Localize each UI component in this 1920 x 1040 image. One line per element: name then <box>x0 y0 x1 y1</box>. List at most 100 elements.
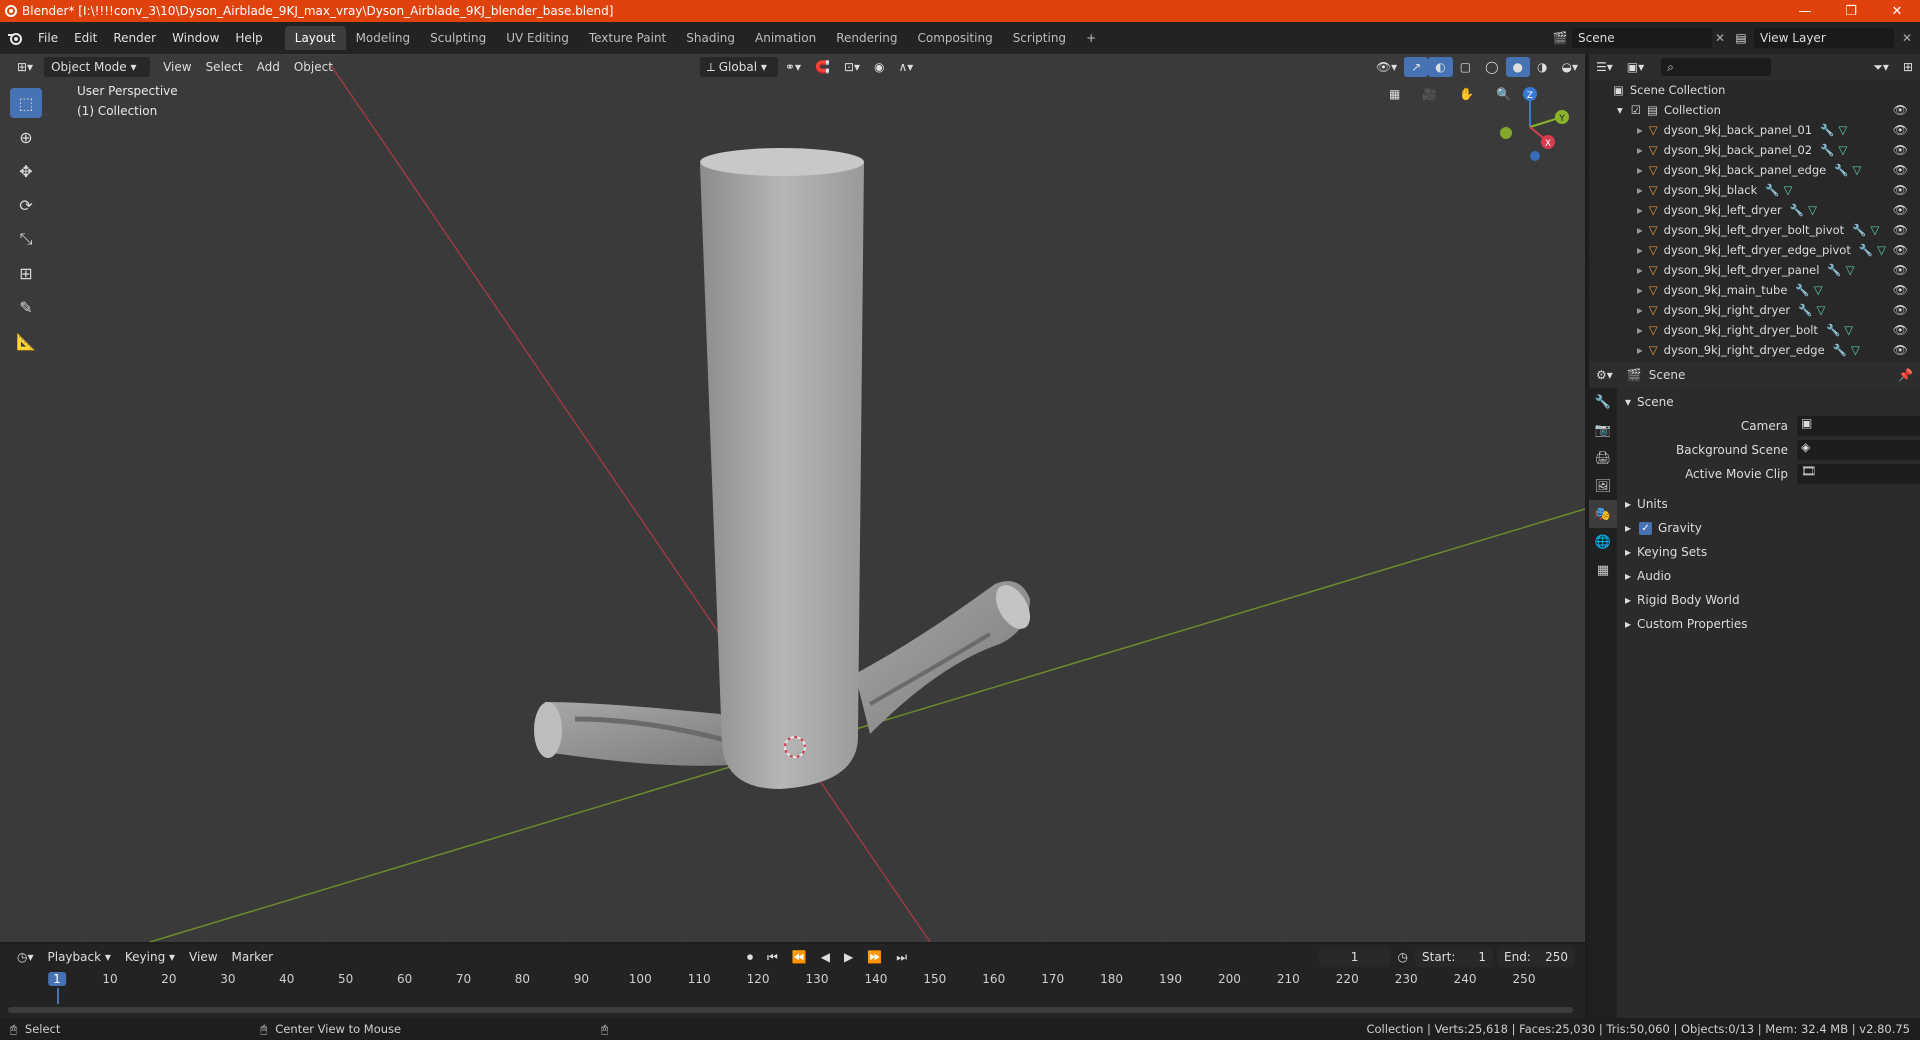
mesh-data-icon[interactable]: ▽ <box>1846 263 1855 277</box>
mode-selector[interactable]: Object Mode ▾ <box>44 57 151 77</box>
modifier-icon[interactable]: 🔧 <box>1859 243 1873 257</box>
pin-icon[interactable]: 📌 <box>1891 365 1920 385</box>
measure-icon[interactable]: 📐 <box>10 326 42 356</box>
scene-panel-header[interactable]: ▾ Scene <box>1617 390 1920 414</box>
modifier-icon[interactable]: 🔧 <box>1834 163 1848 177</box>
property-section-header[interactable]: ▸ Units <box>1617 492 1920 516</box>
tab-rendering[interactable]: Rendering <box>826 26 907 50</box>
expand-arrow-icon[interactable]: ▸ <box>1637 263 1643 277</box>
expand-arrow-icon[interactable]: ▸ <box>1637 283 1643 297</box>
modifier-icon[interactable]: 🔧 <box>1826 323 1840 337</box>
view-layer-icon[interactable]: ▤ <box>1728 31 1754 45</box>
expand-arrow-icon[interactable]: ▸ <box>1637 323 1643 337</box>
mesh-data-icon[interactable]: ▽ <box>1870 223 1879 237</box>
expand-arrow-icon[interactable]: ▸ <box>1637 123 1643 137</box>
expand-arrow-icon[interactable]: ▸ <box>1637 243 1643 257</box>
playhead-line[interactable] <box>57 988 59 1004</box>
tab-modeling[interactable]: Modeling <box>346 26 421 50</box>
eye-icon[interactable]: 👁 <box>1893 283 1908 297</box>
expand-arrow-icon[interactable]: ▸ <box>1637 303 1643 317</box>
select-box-icon[interactable]: ⬚ <box>10 88 42 118</box>
camera-field[interactable]: ▣ <box>1797 416 1920 436</box>
world-tab-icon[interactable]: 🌐 <box>1589 528 1617 556</box>
outliner-scene-collection[interactable]: ▣ Scene Collection <box>1589 80 1920 100</box>
properties-editor-icon[interactable]: ⚙▾ <box>1589 365 1620 385</box>
outliner-editor-icon[interactable]: ☰▾ <box>1589 57 1620 77</box>
modifier-icon[interactable]: 🔧 <box>1852 223 1866 237</box>
gravity-checkbox[interactable]: ✓ <box>1639 521 1653 535</box>
menu-help[interactable]: Help <box>227 27 270 49</box>
scene-selector[interactable]: Scene <box>1572 28 1712 48</box>
annotate-icon[interactable]: ✎ <box>10 292 42 322</box>
mesh-data-icon[interactable]: ▽ <box>1844 323 1853 337</box>
new-collection-icon[interactable]: ⊞ <box>1896 57 1920 77</box>
output-tab-icon[interactable]: 🖨 <box>1589 444 1617 472</box>
eye-icon[interactable]: 👁 <box>1893 103 1908 117</box>
eye-icon[interactable]: 👁 <box>1893 203 1908 217</box>
mesh-data-icon[interactable]: ▽ <box>1851 343 1860 357</box>
expand-arrow-icon[interactable]: ▸ <box>1637 223 1643 237</box>
view-layer-selector[interactable]: View Layer <box>1754 28 1894 48</box>
rotate-icon[interactable]: ⟳ <box>10 190 42 220</box>
menu-select[interactable]: Select <box>199 57 250 77</box>
3d-viewport[interactable]: ⊞▾ Object Mode ▾ View Select Add Object … <box>0 54 1585 942</box>
visibility-icon[interactable]: 👁▾ <box>1369 57 1404 77</box>
eye-icon[interactable]: 👁 <box>1893 143 1908 157</box>
expand-arrow-icon[interactable]: ▸ <box>1637 343 1643 357</box>
rendered-shading-icon[interactable]: ◒▾ <box>1555 57 1586 77</box>
camera-view-icon[interactable]: 🎥 <box>1415 84 1444 104</box>
background-scene-field[interactable]: ◈ <box>1797 440 1920 460</box>
timeline-scrollbar[interactable] <box>8 1007 1573 1013</box>
eye-icon[interactable]: 👁 <box>1893 183 1908 197</box>
tool-tab-icon[interactable]: 🔧 <box>1589 388 1617 416</box>
modifier-icon[interactable]: 🔧 <box>1833 343 1847 357</box>
eye-icon[interactable]: 👁 <box>1893 163 1908 177</box>
view-layer-close-icon[interactable]: ✕ <box>1894 31 1920 45</box>
eye-icon[interactable]: 👁 <box>1893 223 1908 237</box>
eye-icon[interactable]: 👁 <box>1893 123 1908 137</box>
tab-compositing[interactable]: Compositing <box>907 26 1002 50</box>
modifier-icon[interactable]: 🔧 <box>1827 263 1841 277</box>
eye-icon[interactable]: 👁 <box>1893 343 1908 357</box>
collection-checkbox[interactable]: ☑ <box>1631 103 1641 117</box>
menu-object[interactable]: Object <box>287 57 340 77</box>
expand-arrow-icon[interactable]: ▸ <box>1637 163 1643 177</box>
property-section-header[interactable]: ▸ Audio <box>1617 564 1920 588</box>
xray-icon[interactable]: ▢ <box>1453 57 1478 77</box>
move-icon[interactable]: ✥ <box>10 156 42 186</box>
outliner-object-row[interactable]: ▸ ▽ dyson_9kj_left_dryer_panel 🔧 ▽ 👁 <box>1589 260 1920 280</box>
property-section-header[interactable]: ▸ Custom Properties <box>1617 612 1920 636</box>
mesh-data-icon[interactable]: ▽ <box>1808 203 1817 217</box>
tab-animation[interactable]: Animation <box>745 26 826 50</box>
outliner-object-row[interactable]: ▸ ▽ dyson_9kj_back_panel_02 🔧 ▽ 👁 <box>1589 140 1920 160</box>
menu-add[interactable]: Add <box>250 57 287 77</box>
tab-layout[interactable]: Layout <box>284 26 346 50</box>
transform-icon[interactable]: ⊞ <box>10 258 42 288</box>
modifier-icon[interactable]: 🔧 <box>1765 183 1779 197</box>
modifier-icon[interactable]: 🔧 <box>1820 143 1834 157</box>
editor-type-icon[interactable]: ⊞▾ <box>10 57 40 77</box>
mesh-data-icon[interactable]: ▽ <box>1877 243 1886 257</box>
snap-icon[interactable]: 🧲 <box>808 57 837 77</box>
outliner-object-row[interactable]: ▸ ▽ dyson_9kj_right_dryer_edge 🔧 ▽ 👁 <box>1589 340 1920 360</box>
menu-render[interactable]: Render <box>105 27 164 49</box>
texture-tab-icon[interactable]: ▦ <box>1589 556 1617 584</box>
tab-texture-paint[interactable]: Texture Paint <box>579 26 676 50</box>
eye-icon[interactable]: 👁 <box>1893 243 1908 257</box>
outliner-object-row[interactable]: ▸ ▽ dyson_9kj_black 🔧 ▽ 👁 <box>1589 180 1920 200</box>
mesh-data-icon[interactable]: ▽ <box>1784 183 1793 197</box>
mesh-data-icon[interactable]: ▽ <box>1838 123 1847 137</box>
mesh-data-icon[interactable]: ▽ <box>1838 143 1847 157</box>
scene-close-icon[interactable]: ✕ <box>1712 31 1728 45</box>
modifier-icon[interactable]: 🔧 <box>1795 283 1809 297</box>
outliner-collection[interactable]: ▾ ☑ ▤ Collection 👁 <box>1589 100 1920 120</box>
active-movie-clip-field[interactable]: 🎞 <box>1797 464 1920 484</box>
material-shading-icon[interactable]: ◑ <box>1530 57 1554 77</box>
pan-hand-icon[interactable]: ✋ <box>1452 84 1481 104</box>
outliner-object-row[interactable]: ▸ ▽ dyson_9kj_back_panel_01 🔧 ▽ 👁 <box>1589 120 1920 140</box>
menu-view[interactable]: View <box>156 57 198 77</box>
close-button[interactable]: ✕ <box>1874 4 1920 19</box>
snap-target-icon[interactable]: ⊡▾ <box>837 57 867 77</box>
expand-arrow-icon[interactable]: ▸ <box>1637 203 1643 217</box>
falloff-icon[interactable]: ∧▾ <box>892 57 921 77</box>
